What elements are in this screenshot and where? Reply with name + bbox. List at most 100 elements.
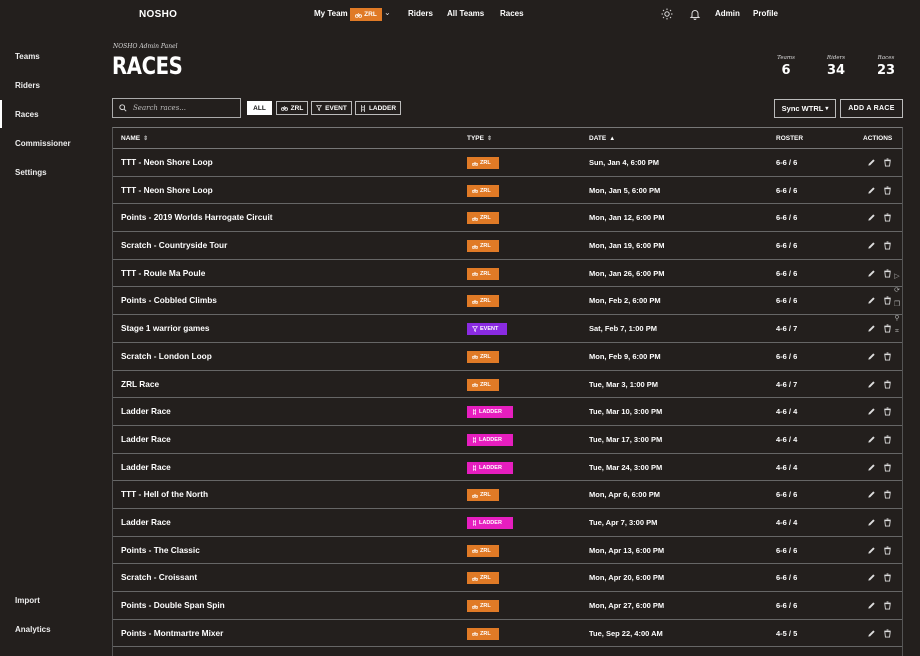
sidebar-item-teams[interactable]: Teams (15, 52, 40, 61)
trash-icon[interactable] (883, 490, 892, 499)
table-row[interactable]: Points - Double Span Spin ZRL Mon, Apr 27,… (113, 592, 902, 620)
race-name[interactable]: Points - Cobbled Climbs (121, 295, 217, 305)
column-header-date[interactable]: DATE ▲ (589, 135, 615, 142)
edit-icon[interactable] (867, 490, 876, 499)
table-row[interactable]: TTT - Neon Shore Loop ZRL Sun, Jan 4, 6:00… (113, 149, 902, 177)
trash-icon[interactable] (883, 463, 892, 472)
race-name[interactable]: Scratch - London Loop (121, 351, 212, 361)
table-row[interactable]: TTT - Neon Shore Loop ZRL Mon, Jan 5, 6:00… (113, 177, 902, 205)
sync-wtrl-button[interactable]: Sync WTRL ▾ (774, 99, 836, 118)
column-header-type[interactable]: TYPE ⇕ (467, 135, 492, 142)
race-name[interactable]: Ladder Race (121, 406, 171, 416)
filter-ladder[interactable]: LADDER (355, 101, 401, 115)
table-row[interactable]: Points - The Classic ZRL Mon, Apr 13, 6:00… (113, 537, 902, 565)
race-name[interactable]: Ladder Race (121, 517, 171, 527)
sidebar-item-import[interactable]: Import (15, 596, 40, 605)
trash-icon[interactable] (883, 186, 892, 195)
bell-icon[interactable] (689, 8, 701, 20)
trash-icon[interactable] (883, 158, 892, 167)
nav-riders[interactable]: Riders (408, 9, 433, 18)
race-name[interactable]: ZRL Race (121, 379, 159, 389)
table-row[interactable]: Points - Montmartre Mixer ZRL Tue, Sep 22,… (113, 620, 902, 648)
edit-icon[interactable] (867, 269, 876, 278)
nav-races[interactable]: Races (500, 9, 524, 18)
table-row[interactable]: Scratch - Countryside Tour ZRL Mon, Jan 19… (113, 232, 902, 260)
filter-zrl[interactable]: ZRL (276, 101, 308, 115)
logo[interactable]: NOSHO (139, 9, 177, 20)
race-name[interactable]: TTT - Hell of the North (121, 489, 208, 499)
chevron-down-icon[interactable]: ⌄ (384, 8, 391, 17)
race-name[interactable]: TTT - Neon Shore Loop (121, 185, 213, 195)
table-row[interactable]: ZRL Race ZRL Tue, Mar 3, 1:00 PM 4-6 / 7 (113, 371, 902, 399)
table-row[interactable]: Points - 2019 Worlds Harrogate Circuit ZR… (113, 204, 902, 233)
edit-icon[interactable] (867, 601, 876, 610)
trash-icon[interactable] (883, 601, 892, 610)
trash-icon[interactable] (883, 241, 892, 250)
table-row[interactable]: TTT - Roule Ma Poule ZRL Mon, Jan 26, 6:00… (113, 260, 902, 288)
my-team-badge[interactable]: ZRL (350, 8, 382, 21)
edit-icon[interactable] (867, 463, 876, 472)
nav-admin[interactable]: Admin (715, 9, 740, 18)
table-row[interactable]: Ladder Race LADDER Tue, Mar 10, 3:00 PM 4-6… (113, 398, 902, 426)
crop-icon[interactable]: ⌗ (891, 328, 903, 342)
trash-icon[interactable] (883, 213, 892, 222)
table-row[interactable]: TTT - Hell of the North ZRL Mon, Apr 6, 6:… (113, 481, 902, 509)
trash-icon[interactable] (883, 352, 892, 361)
table-row[interactable]: Scratch - Croissant ZRL Mon, Apr 20, 6:00 … (113, 564, 902, 592)
trash-icon[interactable] (883, 629, 892, 638)
filter-all[interactable]: ALL (247, 101, 272, 115)
race-name[interactable]: Stage 1 warrior games (121, 323, 210, 333)
race-name[interactable]: Scratch - Croissant (121, 572, 197, 582)
edit-icon[interactable] (867, 352, 876, 361)
race-name[interactable]: Ladder Race (121, 462, 171, 472)
edit-icon[interactable] (867, 546, 876, 555)
trash-icon[interactable] (883, 546, 892, 555)
table-row[interactable]: Scratch - London Loop ZRL Mon, Feb 9, 6:00… (113, 343, 902, 371)
edit-icon[interactable] (867, 573, 876, 582)
play-icon[interactable]: ▷ (891, 272, 903, 286)
edit-icon[interactable] (867, 186, 876, 195)
nav-my-team[interactable]: My Team (314, 9, 348, 18)
race-name[interactable]: Points - The Classic (121, 545, 200, 555)
search-box[interactable] (112, 98, 241, 118)
edit-icon[interactable] (867, 407, 876, 416)
nav-profile[interactable]: Profile (753, 9, 778, 18)
repeat-icon[interactable]: ⟳ (891, 286, 903, 300)
edit-icon[interactable] (867, 296, 876, 305)
filter-event[interactable]: EVENT (311, 101, 352, 115)
race-name[interactable]: Points - Double Span Spin (121, 600, 225, 610)
add-race-button[interactable]: ADD A RACE (840, 99, 903, 118)
pin-icon[interactable]: ⚲ (891, 314, 903, 328)
nav-all-teams[interactable]: All Teams (447, 9, 484, 18)
edit-icon[interactable] (867, 629, 876, 638)
column-header-name[interactable]: NAME ⇕ (121, 135, 148, 142)
search-input[interactable] (133, 104, 233, 112)
sun-icon[interactable] (661, 8, 673, 20)
sidebar-item-analytics[interactable]: Analytics (15, 625, 51, 634)
edit-icon[interactable] (867, 324, 876, 333)
trash-icon[interactable] (883, 379, 892, 389)
race-name[interactable]: TTT - Roule Ma Poule (121, 268, 205, 278)
race-name[interactable]: Points - Montmartre Mixer (121, 628, 223, 638)
table-row[interactable]: Ladder Race LADDER Tue, Mar 24, 3:00 PM 4-6… (113, 454, 902, 482)
table-row[interactable]: Ladder Race LADDER Tue, Mar 17, 3:00 PM 4-6… (113, 426, 902, 454)
sidebar-item-settings[interactable]: Settings (15, 168, 47, 177)
edit-icon[interactable] (867, 213, 876, 222)
edit-icon[interactable] (867, 435, 876, 444)
edit-icon[interactable] (867, 158, 876, 167)
table-row[interactable]: Stage 1 warrior games EVENT Sat, Feb 7, 1:… (113, 315, 902, 343)
table-row[interactable]: Ladder Race LADDER Tue, Apr 7, 3:00 PM 4-6 … (113, 509, 902, 537)
race-name[interactable]: Ladder Race (121, 434, 171, 444)
sidebar-item-commissioner[interactable]: Commissioner (15, 139, 71, 148)
trash-icon[interactable] (883, 435, 892, 444)
table-row[interactable]: Points - Cobbled Climbs ZRL Mon, Feb 2, 6:… (113, 287, 902, 316)
trash-icon[interactable] (883, 518, 892, 527)
sidebar-item-riders[interactable]: Riders (15, 81, 40, 90)
edit-icon[interactable] (867, 380, 876, 389)
race-name[interactable]: Points - 2019 Worlds Harrogate Circuit (121, 212, 273, 222)
trash-icon[interactable] (883, 573, 892, 582)
edit-icon[interactable] (867, 241, 876, 250)
race-name[interactable]: Scratch - Countryside Tour (121, 240, 227, 250)
edit-icon[interactable] (867, 518, 876, 527)
race-name[interactable]: TTT - Neon Shore Loop (121, 157, 213, 167)
